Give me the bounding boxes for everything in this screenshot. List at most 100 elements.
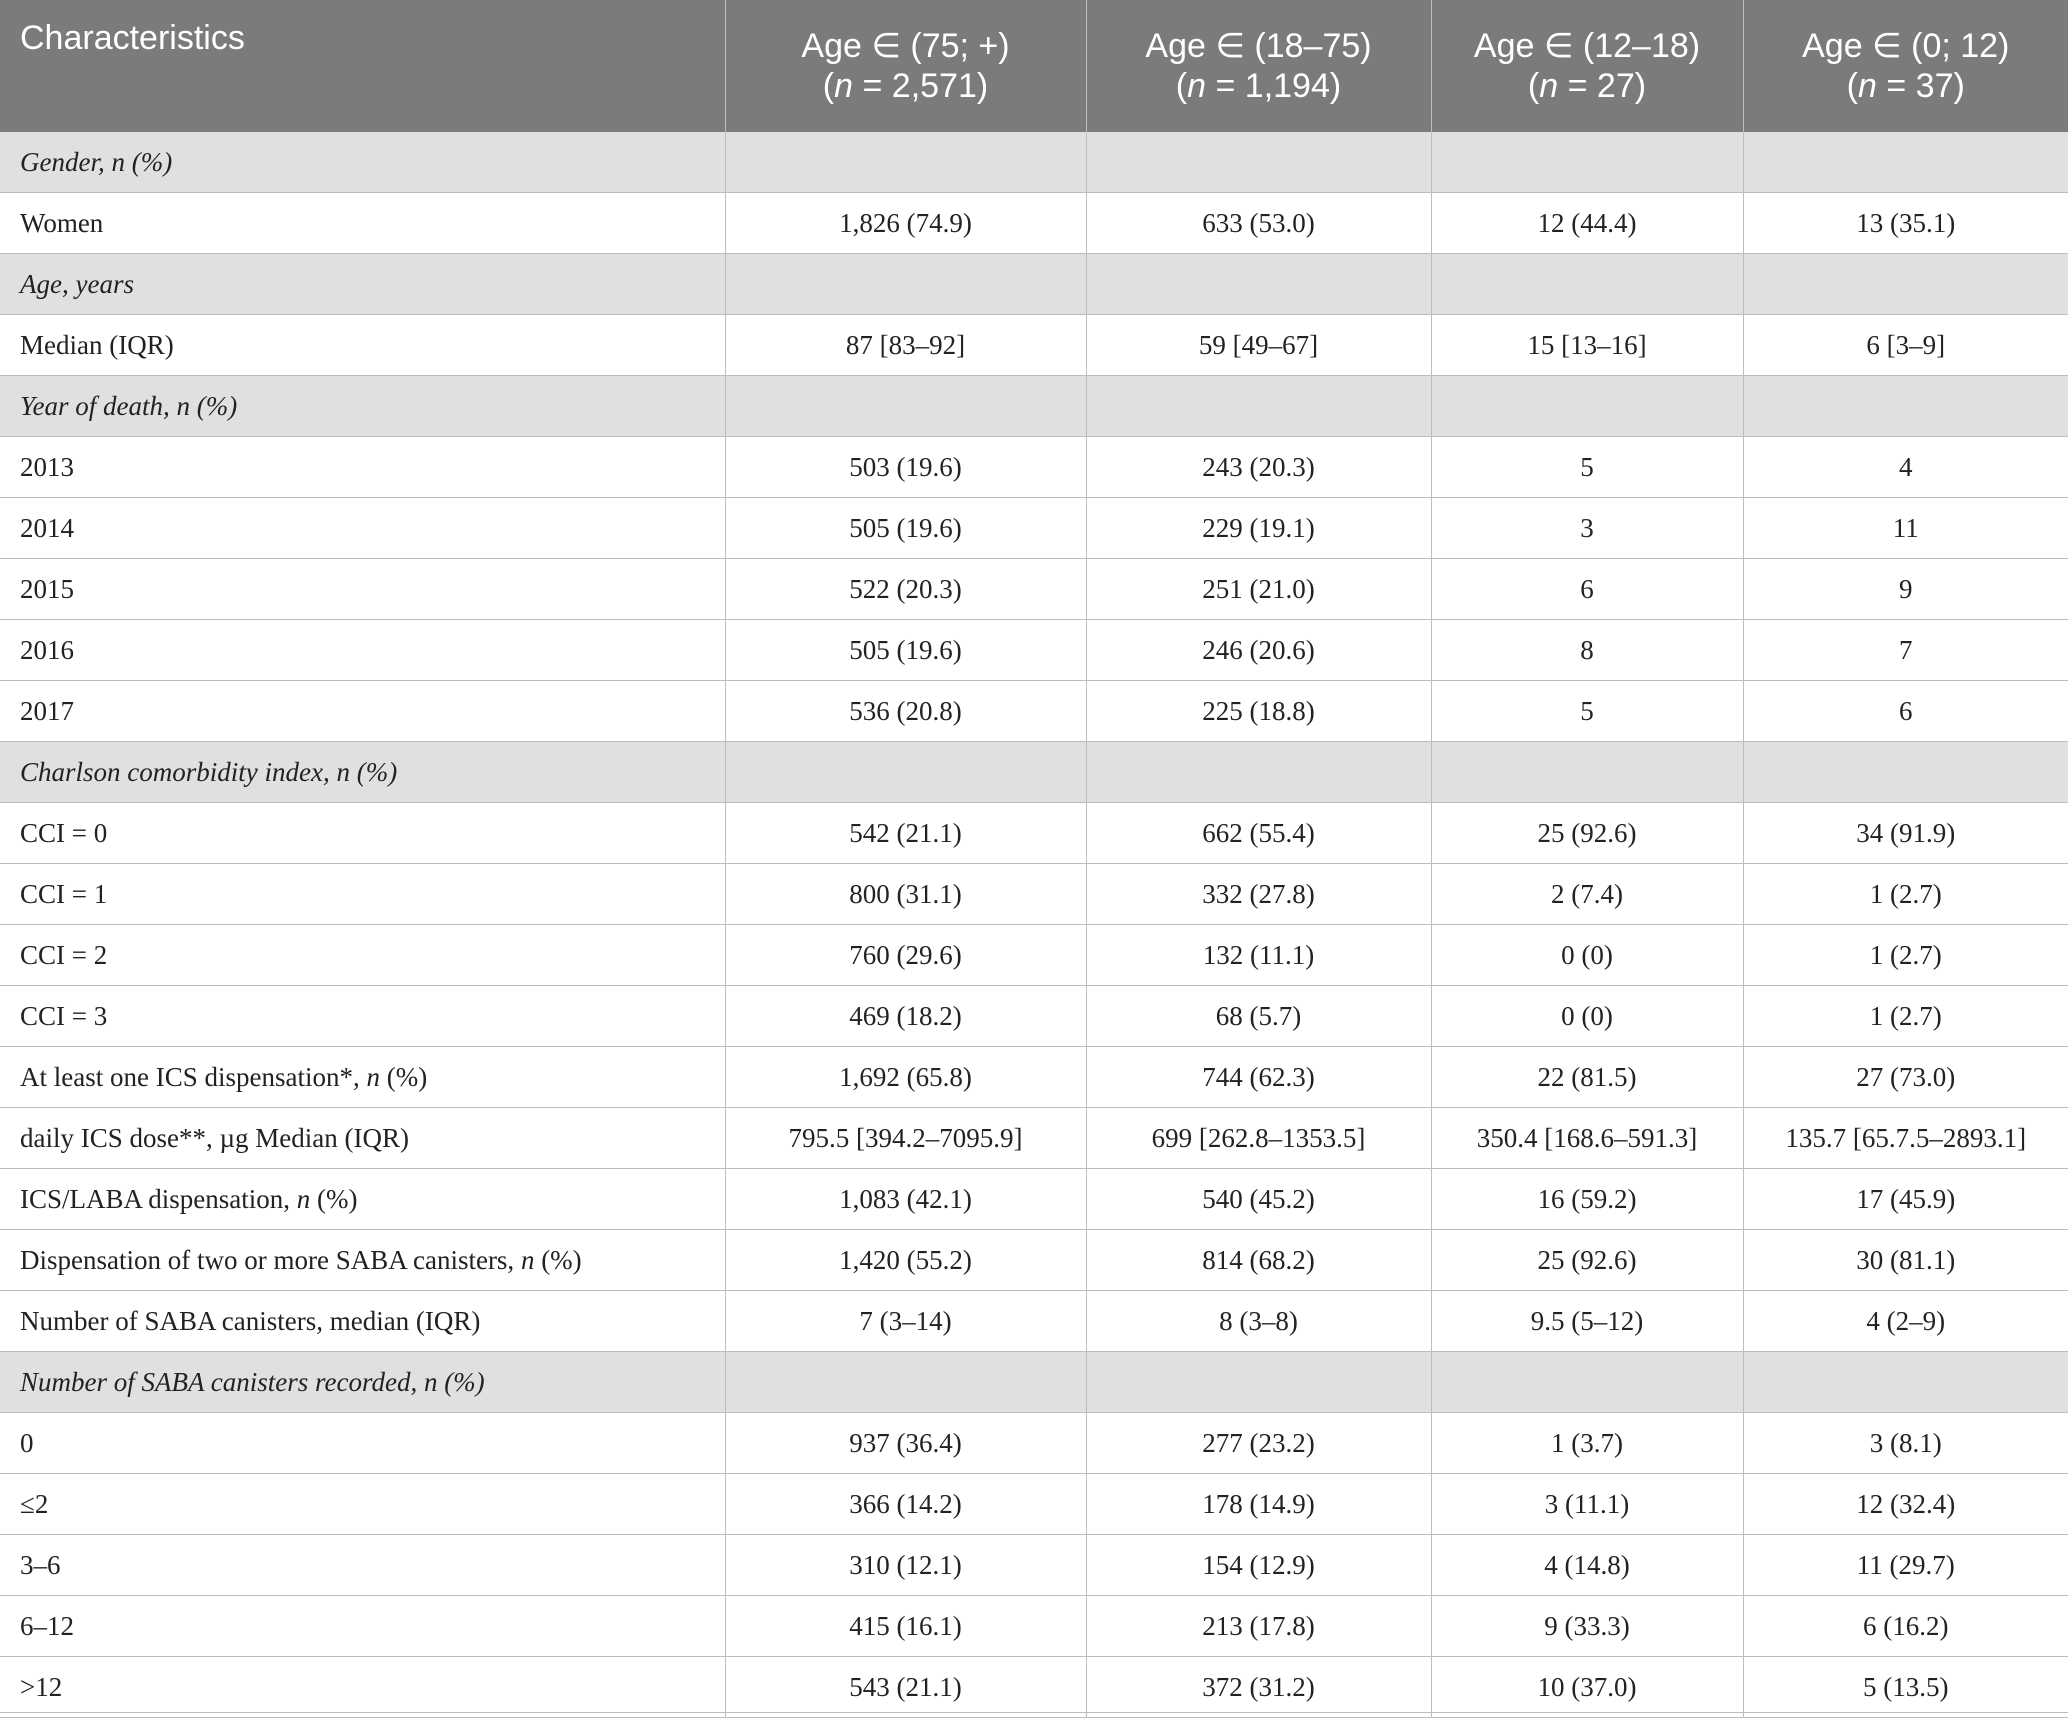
- row-label: Dispensation of two or more SABA caniste…: [0, 1229, 726, 1291]
- cell-value: 22 (81.5): [1431, 1046, 1744, 1108]
- table-row: 2015 522 (20.3) 251 (21.0) 6 9: [0, 558, 2068, 620]
- table-row: Number of SABA canisters, median (IQR) 7 …: [0, 1290, 2068, 1352]
- cell-value: 6: [1431, 558, 1744, 620]
- cell-value: [725, 741, 1087, 803]
- cell-value: [1086, 132, 1432, 193]
- row-label: Age, years: [0, 253, 726, 315]
- cell-value: 4 (2–9): [1743, 1290, 2068, 1352]
- characteristics-table: Characteristics Age ∈ (75; +) (n = 2,571…: [0, 0, 2068, 1718]
- row-label: 2013: [0, 436, 726, 498]
- cell-value: 15 [13–16]: [1431, 314, 1744, 376]
- header-age-label: Age ∈ (75; +): [801, 27, 1010, 65]
- table-row: Women 1,826 (74.9) 633 (53.0) 12 (44.4) 13 (…: [0, 192, 2068, 254]
- cell-value: 4 (14.8): [1431, 1534, 1744, 1596]
- table-row: daily ICS dose**, µg Median (IQR) 795.5 […: [0, 1107, 2068, 1169]
- header-n-label: (n = 1,194): [1175, 67, 1342, 105]
- table-row: 6–12 415 (16.1) 213 (17.8) 9 (33.3) 6 (16.2): [0, 1595, 2068, 1657]
- section-row: Age, years: [0, 253, 2068, 315]
- table-row: 2014 505 (19.6) 229 (19.1) 3 11: [0, 497, 2068, 559]
- row-label: At least one ICS dispensation*, n (%): [0, 1046, 726, 1108]
- table-bottom-rule: [0, 1712, 2068, 1713]
- cell-value: 132 (11.1): [1086, 924, 1432, 986]
- cell-value: 503 (19.6): [725, 436, 1087, 498]
- cell-value: 178 (14.9): [1086, 1473, 1432, 1535]
- row-label: 6–12: [0, 1595, 726, 1657]
- cell-value: 505 (19.6): [725, 497, 1087, 559]
- cell-value: 937 (36.4): [725, 1412, 1087, 1474]
- row-label: Median (IQR): [0, 314, 726, 376]
- cell-value: 12 (32.4): [1743, 1473, 2068, 1535]
- cell-value: 25 (92.6): [1431, 802, 1744, 864]
- table-row: ≤2 366 (14.2) 178 (14.9) 3 (11.1) 12 (32.4): [0, 1473, 2068, 1535]
- cell-value: 6 [3–9]: [1743, 314, 2068, 376]
- cell-value: [1086, 253, 1432, 315]
- cell-value: 11: [1743, 497, 2068, 559]
- cell-value: [1431, 253, 1744, 315]
- cell-value: [1743, 741, 2068, 803]
- cell-value: 699 [262.8–1353.5]: [1086, 1107, 1432, 1169]
- table-row: 0 937 (36.4) 277 (23.2) 1 (3.7) 3 (8.1): [0, 1412, 2068, 1474]
- table-body: Gender, n (%) Women 1,826 (74.9) 633 (53.0)…: [0, 132, 2068, 1718]
- header-age-75-plus: Age ∈ (75; +) (n = 2,571): [725, 0, 1087, 132]
- table-row: CCI = 3 469 (18.2) 68 (5.7) 0 (0) 1 (2.7): [0, 985, 2068, 1047]
- cell-value: 633 (53.0): [1086, 192, 1432, 254]
- cell-value: 2 (7.4): [1431, 863, 1744, 925]
- table-row: 2016 505 (19.6) 246 (20.6) 8 7: [0, 619, 2068, 681]
- cell-value: 350.4 [168.6–591.3]: [1431, 1107, 1744, 1169]
- cell-value: 7: [1743, 619, 2068, 681]
- row-label: Women: [0, 192, 726, 254]
- header-age-label: Age ∈ (12–18): [1473, 27, 1701, 65]
- table-row: At least one ICS dispensation*, n (%) 1,6…: [0, 1046, 2068, 1108]
- cell-value: [725, 253, 1087, 315]
- cell-value: 251 (21.0): [1086, 558, 1432, 620]
- cell-value: 10 (37.0): [1431, 1656, 1744, 1718]
- row-label: ICS/LABA dispensation, n (%): [0, 1168, 726, 1230]
- cell-value: 27 (73.0): [1743, 1046, 2068, 1108]
- cell-value: 17 (45.9): [1743, 1168, 2068, 1230]
- cell-value: 366 (14.2): [725, 1473, 1087, 1535]
- cell-value: 1 (3.7): [1431, 1412, 1744, 1474]
- cell-value: 1,692 (65.8): [725, 1046, 1087, 1108]
- table-row: >12 543 (21.1) 372 (31.2) 10 (37.0) 5 (13.5): [0, 1656, 2068, 1718]
- cell-value: 542 (21.1): [725, 802, 1087, 864]
- cell-value: 87 [83–92]: [725, 314, 1087, 376]
- cell-value: [1431, 741, 1744, 803]
- cell-value: 800 (31.1): [725, 863, 1087, 925]
- cell-value: 135.7 [65.7.5–2893.1]: [1743, 1107, 2068, 1169]
- cell-value: 154 (12.9): [1086, 1534, 1432, 1596]
- cell-value: [1743, 132, 2068, 193]
- cell-value: 59 [49–67]: [1086, 314, 1432, 376]
- table-row: CCI = 0 542 (21.1) 662 (55.4) 25 (92.6) 34 (…: [0, 802, 2068, 864]
- header-age-label: Age ∈ (0; 12): [1802, 27, 2010, 65]
- header-row: Characteristics Age ∈ (75; +) (n = 2,571…: [0, 0, 2068, 132]
- row-label: 2015: [0, 558, 726, 620]
- cell-value: 3 (8.1): [1743, 1412, 2068, 1474]
- cell-value: 0 (0): [1431, 985, 1744, 1047]
- table-row: CCI = 2 760 (29.6) 132 (11.1) 0 (0) 1 (2.7): [0, 924, 2068, 986]
- header-age-0-12: Age ∈ (0; 12) (n = 37): [1743, 0, 2068, 132]
- row-label: 3–6: [0, 1534, 726, 1596]
- header-n-label: (n = 27): [1527, 67, 1647, 105]
- cell-value: [1431, 375, 1744, 437]
- row-label: CCI = 2: [0, 924, 726, 986]
- row-label: CCI = 3: [0, 985, 726, 1047]
- row-label: Number of SABA canisters recorded, n (%): [0, 1351, 726, 1413]
- cell-value: 8 (3–8): [1086, 1290, 1432, 1352]
- cell-value: 4: [1743, 436, 2068, 498]
- cell-value: 8: [1431, 619, 1744, 681]
- cell-value: 6 (16.2): [1743, 1595, 2068, 1657]
- row-label: >12: [0, 1656, 726, 1718]
- cell-value: 243 (20.3): [1086, 436, 1432, 498]
- cell-value: 13 (35.1): [1743, 192, 2068, 254]
- cell-value: 3 (11.1): [1431, 1473, 1744, 1535]
- cell-value: [725, 1351, 1087, 1413]
- header-age-label: Age ∈ (18–75): [1145, 27, 1372, 65]
- row-label: daily ICS dose**, µg Median (IQR): [0, 1107, 726, 1169]
- table-header: Characteristics Age ∈ (75; +) (n = 2,571…: [0, 0, 2068, 132]
- cell-value: [725, 375, 1087, 437]
- table-row: 2013 503 (19.6) 243 (20.3) 5 4: [0, 436, 2068, 498]
- cell-value: 760 (29.6): [725, 924, 1087, 986]
- cell-value: 25 (92.6): [1431, 1229, 1744, 1291]
- cell-value: 0 (0): [1431, 924, 1744, 986]
- row-label: 0: [0, 1412, 726, 1474]
